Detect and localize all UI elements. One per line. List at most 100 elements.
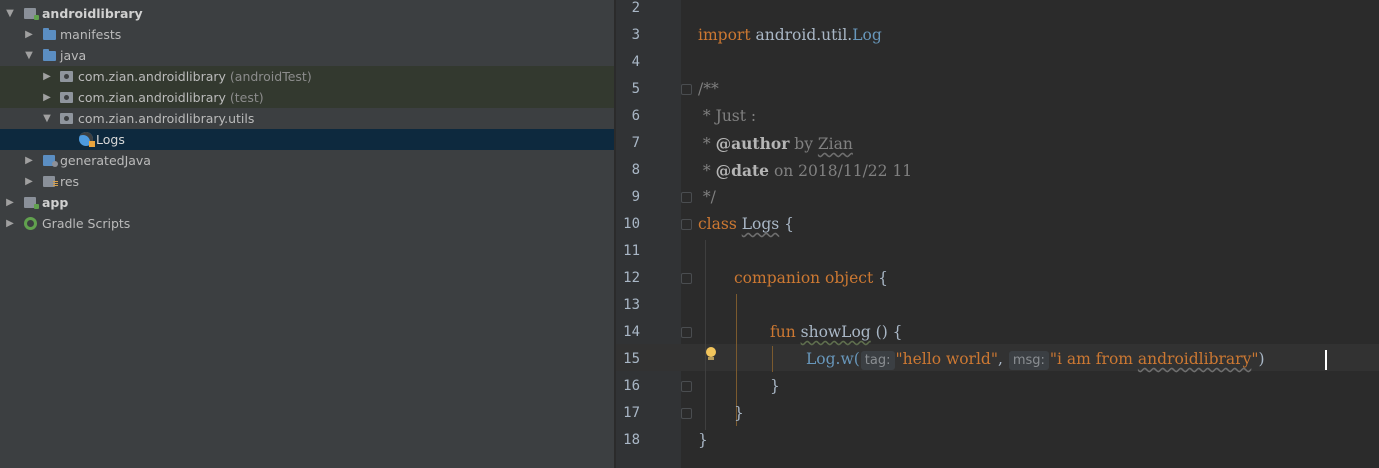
fold-marker-icon[interactable] xyxy=(681,192,692,203)
comment-text: on 2018/11/22 11 xyxy=(769,162,913,180)
chevron-right-icon[interactable]: ▶ xyxy=(4,192,16,213)
doc-tag-author: @author xyxy=(715,134,790,153)
folder-icon xyxy=(43,28,56,40)
keyword-import: import xyxy=(698,26,751,44)
method-call: .w( xyxy=(835,350,860,368)
comment-author-name: Zian xyxy=(817,135,853,153)
code-line-12: companion object { xyxy=(734,265,888,292)
tree-item-app[interactable]: ▶ app xyxy=(0,192,614,213)
code-line-6: * Just : xyxy=(698,107,757,125)
chevron-right-icon[interactable]: ▶ xyxy=(23,24,35,45)
code-line-9: */ xyxy=(698,188,716,206)
tree-item-suffix: (androidTest) xyxy=(229,69,312,84)
tree-item-androidlibrary[interactable]: ▼ androidlibrary xyxy=(0,3,614,24)
tree-item-logs[interactable]: Logs xyxy=(0,129,614,150)
comma: , xyxy=(997,350,1008,368)
fold-marker-icon[interactable] xyxy=(681,273,692,284)
code-line-14: fun showLog () { xyxy=(770,319,903,346)
lightbulb-icon[interactable] xyxy=(705,347,717,361)
line-number: 9 xyxy=(631,189,640,205)
chevron-right-icon[interactable]: ▶ xyxy=(4,213,16,234)
class-ref-log: Log xyxy=(852,26,882,44)
tree-item-label: com.zian.androidlibrary.utils xyxy=(78,111,255,126)
line-number: 17 xyxy=(623,405,640,421)
fold-marker-icon[interactable] xyxy=(681,381,692,392)
doc-tag-date: @date xyxy=(715,161,770,180)
chevron-down-icon[interactable]: ▼ xyxy=(4,3,16,24)
folder-icon xyxy=(43,49,56,61)
line-number: 6 xyxy=(631,108,640,124)
line-number: 3 xyxy=(631,27,640,43)
class-name: Logs xyxy=(741,215,780,233)
line-number: 10 xyxy=(623,216,640,232)
brace: { xyxy=(779,215,795,233)
chevron-right-icon[interactable]: ▶ xyxy=(41,66,53,87)
text-caret xyxy=(1325,350,1327,370)
code-line-8: * @date on 2018/11/22 11 xyxy=(698,157,912,184)
string-literal: "hello world" xyxy=(895,350,998,368)
code-line-5: /** xyxy=(698,80,719,98)
line-number: 4 xyxy=(631,54,640,70)
line-number: 16 xyxy=(623,378,640,394)
chevron-right-icon[interactable]: ▶ xyxy=(41,87,53,108)
lightbulb-base xyxy=(708,357,714,360)
line-number: 8 xyxy=(631,162,640,178)
lightbulb-glass xyxy=(706,347,716,357)
line-number: 2 xyxy=(631,0,640,16)
line-number: 13 xyxy=(623,297,640,313)
brace: { xyxy=(873,269,888,287)
line-number: 12 xyxy=(623,270,640,286)
chevron-down-icon[interactable]: ▼ xyxy=(41,108,53,129)
string-literal: "i am from androidlibrary" xyxy=(1049,350,1259,368)
function-signature: () { xyxy=(870,323,903,341)
package-icon xyxy=(60,71,73,82)
code-line-7: * @author by Zian xyxy=(698,130,853,157)
line-number: 7 xyxy=(631,135,640,151)
package-path: android.util. xyxy=(750,26,853,44)
package-icon xyxy=(60,92,73,103)
tree-item-package-utils[interactable]: ▼ com.zian.androidlibrary.utils xyxy=(0,108,614,129)
chevron-right-icon[interactable]: ▶ xyxy=(23,150,35,171)
chevron-down-icon[interactable]: ▼ xyxy=(23,45,35,66)
generated-folder-icon xyxy=(43,155,58,167)
line-number: 18 xyxy=(623,432,640,448)
tree-item-label: com.zian.androidlibrary (test) xyxy=(78,90,264,105)
tree-item-package-test[interactable]: ▶ com.zian.androidlibrary (test) xyxy=(0,87,614,108)
tree-item-generatedjava[interactable]: ▶ generatedJava xyxy=(0,150,614,171)
tree-item-manifests[interactable]: ▶ manifests xyxy=(0,24,614,45)
fold-marker-icon[interactable] xyxy=(681,219,692,230)
tree-item-res[interactable]: ▶ res xyxy=(0,171,614,192)
tree-item-label: manifests xyxy=(60,27,122,42)
code-line-3: import android.util.Log xyxy=(698,22,882,49)
code-line-17: } xyxy=(734,404,744,422)
keyword-fun: fun xyxy=(770,323,796,341)
paren: ) xyxy=(1258,350,1265,368)
tree-item-label: Logs xyxy=(96,132,125,147)
tree-item-gradle-scripts[interactable]: ▶ Gradle Scripts xyxy=(0,213,614,234)
tree-item-label: java xyxy=(60,48,87,63)
line-number: 15 xyxy=(623,351,640,367)
kotlin-class-icon xyxy=(79,132,95,147)
chevron-right-icon[interactable]: ▶ xyxy=(23,171,35,192)
fold-marker-icon[interactable] xyxy=(681,327,692,338)
project-tree-panel: ▼ androidlibrary ▶ manifests ▼ java ▶ co… xyxy=(0,0,614,468)
tree-item-label: app xyxy=(42,195,69,210)
code-editor[interactable]: 2 3 4 5 6 7 8 9 10 11 12 13 14 15 16 17 … xyxy=(616,0,1379,468)
tree-item-label: Gradle Scripts xyxy=(42,216,131,231)
line-number: 14 xyxy=(623,324,640,340)
fold-marker-icon[interactable] xyxy=(681,408,692,419)
tree-item-java[interactable]: ▼ java xyxy=(0,45,614,66)
tree-item-label: com.zian.androidlibrary (androidTest) xyxy=(78,69,312,84)
tree-item-label: generatedJava xyxy=(60,153,151,168)
line-number: 5 xyxy=(631,81,640,97)
comment-star: * xyxy=(698,162,716,180)
keyword-companion: companion object xyxy=(734,269,874,287)
tree-item-suffix: (test) xyxy=(229,90,264,105)
comment-star: * xyxy=(698,135,716,153)
tree-item-label: androidlibrary xyxy=(42,6,143,21)
fold-marker-icon[interactable] xyxy=(681,84,692,95)
code-line-10: class Logs { xyxy=(698,211,794,238)
tree-item-package-androidtest[interactable]: ▶ com.zian.androidlibrary (androidTest) xyxy=(0,66,614,87)
code-line-18: } xyxy=(698,431,708,449)
param-hint-msg: msg: xyxy=(1008,351,1049,370)
